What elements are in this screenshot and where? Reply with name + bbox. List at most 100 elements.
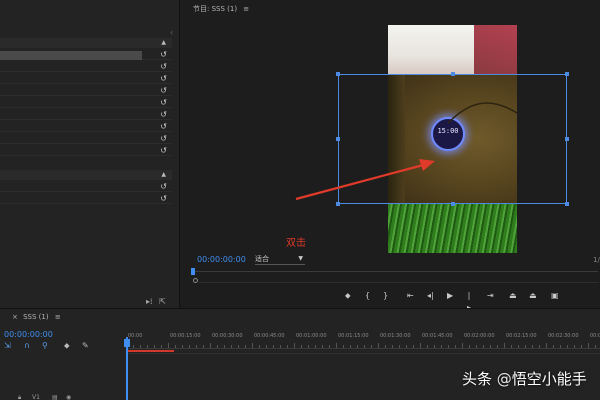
reset-icon[interactable]: ↺ [160, 74, 167, 84]
panel-menu-icon[interactable]: ≡ [243, 5, 249, 13]
ruler-tick-label: 00:01:00:00 [296, 333, 327, 339]
reset-icon[interactable]: ↺ [160, 110, 167, 120]
watermark-separator: @ [496, 370, 512, 388]
go-to-in-icon[interactable]: ⇤ [407, 290, 414, 302]
time-ruler[interactable]: 00:00 00:00:15:00 00:00:30:00 00:00:45:00 00… [126, 331, 600, 349]
play-icon[interactable]: ▶ [447, 290, 453, 302]
ruler-tick [259, 345, 260, 348]
marker-icon[interactable]: ⬥ [345, 290, 351, 302]
ruler-tick [546, 343, 547, 348]
program-timecode[interactable]: 00:00:00:00 [197, 255, 246, 264]
sequence-tab[interactable]: × SSS (1) ≡ [12, 313, 61, 321]
effect-property-row[interactable]: ↺ [0, 134, 172, 144]
add-marker-icon[interactable]: ⬥ [64, 341, 70, 351]
effect-property-row[interactable]: ↺ [0, 110, 172, 120]
ruler-tick [287, 345, 288, 348]
close-icon[interactable]: × [12, 313, 18, 321]
track-target-label[interactable]: V1 [32, 394, 40, 400]
ruler-tick [308, 345, 309, 348]
collapse-arrow-icon[interactable]: ‹ [170, 28, 173, 37]
ruler-tick [595, 345, 596, 348]
ruler-tick [406, 345, 407, 348]
sync-lock-icon[interactable]: ▤ [52, 394, 58, 400]
collapse-caret-icon[interactable]: ▲ [161, 170, 166, 180]
program-scrub-bar[interactable] [193, 271, 598, 272]
effect-property-row[interactable]: ↺ [0, 122, 172, 132]
ruler-tick [273, 345, 274, 348]
effect-section-header[interactable]: ▲ [0, 38, 172, 48]
effect-property-row[interactable]: ↺ [0, 74, 172, 84]
transform-handle[interactable] [565, 72, 569, 76]
effect-property-row[interactable]: ↺ [0, 86, 172, 96]
ruler-tick [224, 345, 225, 348]
ruler-tick [322, 345, 323, 348]
reset-icon[interactable]: ↺ [160, 98, 167, 108]
ruler-tick [518, 345, 519, 348]
ruler-tick [210, 343, 211, 348]
reset-icon[interactable]: ↺ [160, 50, 167, 60]
zoom-scroll-bar[interactable] [199, 282, 599, 283]
mark-out-button[interactable]: } [383, 290, 388, 302]
eye-icon[interactable]: ◉ [66, 394, 71, 400]
wrench-icon[interactable]: ✎ [82, 341, 89, 350]
ruler-tick [420, 343, 421, 348]
snap-icon[interactable]: ∩ [24, 341, 30, 350]
collapse-caret-icon[interactable]: ▲ [161, 38, 166, 48]
transform-handle[interactable] [565, 202, 569, 206]
effect-section-header[interactable]: ▲ [0, 170, 172, 180]
ruler-tick [329, 345, 330, 348]
linked-selection-icon[interactable]: ⚲ [42, 341, 48, 350]
ruler-tick-label: 00:01:30:00 [380, 333, 411, 339]
transform-handle[interactable] [451, 72, 455, 76]
export-icon[interactable]: ⇱ [159, 297, 166, 306]
extract-icon[interactable]: ⏏ [529, 290, 537, 302]
annotation-text: 双击 [286, 238, 306, 249]
nest-icon[interactable]: ⇲ [4, 341, 11, 350]
work-area-bar[interactable] [128, 350, 174, 352]
transform-handle[interactable] [336, 72, 340, 76]
resolution-label[interactable]: 1/ [593, 256, 600, 264]
transform-handle[interactable] [451, 202, 455, 206]
transform-handle[interactable] [336, 137, 340, 141]
track-divider [126, 353, 600, 354]
panel-menu-icon[interactable]: ≡ [55, 313, 61, 321]
reset-icon[interactable]: ↺ [160, 122, 167, 132]
ruler-tick [539, 345, 540, 348]
effect-property-row[interactable]: ↺ [0, 146, 172, 156]
effect-property-row[interactable]: ↺ [0, 98, 172, 108]
camera-icon[interactable]: ▣ [551, 290, 559, 302]
reset-icon[interactable]: ↺ [160, 86, 167, 96]
effect-property-row[interactable]: ↺ [0, 50, 172, 60]
ruler-tick [399, 345, 400, 348]
reset-icon[interactable]: ↺ [160, 194, 167, 204]
effect-property-row[interactable]: ↺ [0, 194, 172, 204]
go-to-out-icon[interactable]: ⇥ [487, 290, 494, 302]
reset-icon[interactable]: ↺ [160, 134, 167, 144]
ruler-tick [140, 345, 141, 348]
lock-icon[interactable]: 🔒︎ [18, 394, 21, 400]
timeline-playhead[interactable] [126, 337, 128, 400]
ruler-tick [448, 345, 449, 348]
zoom-handle[interactable] [193, 278, 198, 283]
ruler-tick [455, 345, 456, 348]
reset-icon[interactable]: ↺ [160, 182, 167, 192]
ruler-tick [434, 345, 435, 348]
filter-icon[interactable]: ▸⁞ [146, 297, 153, 306]
timeline-timecode[interactable]: 00:00:00:00 [4, 330, 53, 339]
ruler-tick [217, 345, 218, 348]
reset-icon[interactable]: ↺ [160, 62, 167, 72]
step-back-icon[interactable]: ◂| [427, 290, 434, 302]
mark-in-button[interactable]: { [365, 290, 370, 302]
program-tab[interactable]: 节目: SSS (1) ≡ [193, 4, 249, 14]
effect-controls-panel: ‹ ▲ ↺ ↺ ↺ ↺ ↺ ↺ ↺ ↺ ↺ ▲ ↺ ↺ ▸⁞ ⇱ [0, 0, 180, 308]
ruler-tick-label: 00:00:45:00 [254, 333, 285, 339]
effect-property-row[interactable]: ↺ [0, 62, 172, 72]
fit-select[interactable]: 适合 ▼ [255, 254, 305, 265]
ruler-tick [371, 345, 372, 348]
ruler-tick [364, 345, 365, 348]
effect-property-row[interactable]: ↺ [0, 182, 172, 192]
program-playhead[interactable] [191, 268, 195, 275]
transform-handle[interactable] [565, 137, 569, 141]
reset-icon[interactable]: ↺ [160, 146, 167, 156]
lift-icon[interactable]: ⏏ [509, 290, 517, 302]
